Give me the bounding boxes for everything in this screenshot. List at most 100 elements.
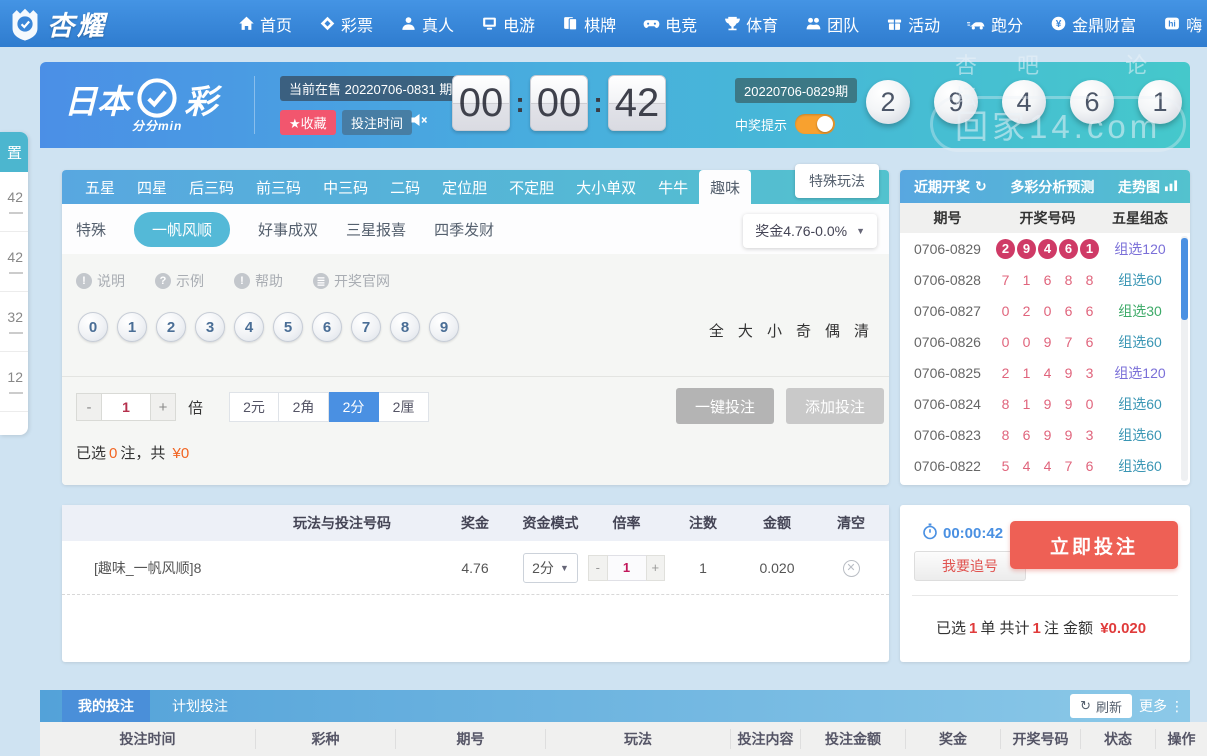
helper-big[interactable]: 大 — [738, 320, 753, 341]
edge-panel-header[interactable]: 置 — [0, 132, 28, 172]
helper-even[interactable]: 偶 — [825, 320, 840, 341]
row-minus-button[interactable]: - — [588, 555, 608, 581]
number-ball-9[interactable]: 9 — [429, 312, 459, 342]
row-multiplier-input[interactable] — [608, 555, 646, 581]
nav-item-egame[interactable]: 电游 — [481, 12, 535, 36]
multiplier-minus-button[interactable]: - — [76, 393, 102, 421]
combo-link[interactable]: 组选60 — [1100, 270, 1180, 290]
nav-item-paofen[interactable]: 跑分 — [967, 12, 1023, 36]
clock-separator: : — [588, 87, 608, 119]
summary-prefix: 已选 — [936, 620, 966, 637]
edge-lottery-item[interactable]: 12 — [0, 352, 28, 412]
play-tab-erma[interactable]: 二码 — [379, 170, 431, 204]
combo-link[interactable]: 组选60 — [1100, 394, 1180, 414]
combo-link[interactable]: 组选120 — [1100, 239, 1180, 259]
tab-plan-bets[interactable]: 计划投注 — [150, 690, 250, 722]
column-bonus: 奖金 — [905, 729, 1000, 749]
helper-odd[interactable]: 奇 — [796, 320, 811, 341]
sub-tab-teshu[interactable]: 特殊 — [76, 219, 106, 240]
edge-lottery-item[interactable]: 42 — [0, 172, 28, 232]
play-tab-qiansanma[interactable]: 前三码 — [245, 170, 312, 204]
draw-numbers: 02066 — [995, 303, 1100, 319]
bet-time-button[interactable]: 投注时间 — [342, 110, 412, 135]
play-tab-niuniu[interactable]: 牛牛 — [647, 170, 699, 204]
play-tab-daxiaodanshuang[interactable]: 大小单双 — [565, 170, 647, 204]
lottery-banner: 日本 分分min 彩 当前在售 20220706-0831 期 ★收藏 投注时间… — [40, 62, 1190, 148]
help-link-help[interactable]: ! 帮助 — [234, 271, 283, 291]
nav-item-wealth[interactable]: ¥ 金鼎财富 — [1050, 12, 1136, 36]
edge-lottery-item[interactable]: 32 — [0, 292, 28, 352]
play-tab-quwei-active[interactable]: 趣味 — [699, 170, 751, 204]
scrollbar-track[interactable] — [1181, 236, 1188, 481]
tab-recent-draws[interactable]: 近期开奖 ↻ — [914, 177, 987, 197]
sub-tab-sanxingbaoxi[interactable]: 三星报喜 — [346, 219, 406, 240]
play-tab-dingweidan[interactable]: 定位胆 — [431, 170, 498, 204]
number-ball-3[interactable]: 3 — [195, 312, 225, 342]
tab-my-bets-active[interactable]: 我的投注 — [62, 690, 150, 722]
number-ball-8[interactable]: 8 — [390, 312, 420, 342]
nav-item-hi-chat[interactable]: hi 嗨 — [1163, 12, 1202, 36]
nav-item-esports[interactable]: 电竞 — [643, 12, 697, 36]
mute-icon[interactable] — [410, 112, 428, 133]
help-link-official-site[interactable]: ≣ 开奖官网 — [313, 271, 390, 291]
edge-lottery-item[interactable]: 42 — [0, 232, 28, 292]
tab-analysis-prediction[interactable]: 多彩分析预测 — [987, 177, 1118, 197]
play-tab-budingdan[interactable]: 不定胆 — [498, 170, 565, 204]
special-play-button[interactable]: 特殊玩法 — [795, 164, 879, 198]
number-ball-6[interactable]: 6 — [312, 312, 342, 342]
favorite-button[interactable]: ★收藏 — [280, 110, 336, 135]
number-ball-4[interactable]: 4 — [234, 312, 264, 342]
money-mode-select[interactable]: 2分▼ — [513, 553, 588, 583]
number-ball-2[interactable]: 2 — [156, 312, 186, 342]
submit-bet-button[interactable]: 立即投注 — [1010, 521, 1178, 569]
unit-jiao[interactable]: 2角 — [279, 392, 329, 422]
refresh-button[interactable]: ↻ 刷新 — [1070, 694, 1132, 718]
nav-item-live[interactable]: 真人 — [400, 12, 454, 36]
nav-item-activity[interactable]: 活动 — [886, 12, 940, 36]
helper-all[interactable]: 全 — [709, 320, 724, 341]
nav-item-chess[interactable]: 棋牌 — [562, 12, 616, 36]
combo-link[interactable]: 组选60 — [1100, 456, 1180, 476]
unit-fen-active[interactable]: 2分 — [329, 392, 379, 422]
nav-item-home[interactable]: 首页 — [238, 12, 292, 36]
multiplier-plus-button[interactable]: + — [150, 393, 176, 421]
combo-link[interactable]: 组选60 — [1100, 332, 1180, 352]
unit-yuan[interactable]: 2元 — [229, 392, 279, 422]
nav-item-label: 彩票 — [341, 12, 373, 36]
brand-logo[interactable]: 杏耀 — [8, 4, 107, 43]
play-tab-housanma[interactable]: 后三码 — [178, 170, 245, 204]
add-bet-button[interactable]: 添加投注 — [786, 388, 884, 424]
win-tip-toggle[interactable] — [795, 114, 835, 134]
combo-link[interactable]: 组选60 — [1100, 425, 1180, 445]
nav-item-lottery[interactable]: 彩票 — [319, 12, 373, 36]
nav-item-team[interactable]: 团队 — [805, 12, 859, 36]
play-tab-zhongsanma[interactable]: 中三码 — [312, 170, 379, 204]
more-button[interactable]: 更多 ⋮ — [1139, 690, 1184, 722]
help-link-explain[interactable]: ! 说明 — [76, 271, 125, 291]
unit-li[interactable]: 2厘 — [379, 392, 429, 422]
helper-small[interactable]: 小 — [767, 320, 782, 341]
number-ball-0[interactable]: 0 — [78, 312, 108, 342]
betting-panel: 五星 四星 后三码 前三码 中三码 二码 定位胆 不定胆 大小单双 牛牛 趣味 … — [62, 170, 889, 485]
nav-item-sports[interactable]: 体育 — [724, 12, 778, 36]
number-ball-7[interactable]: 7 — [351, 312, 381, 342]
sub-tab-sijifacai[interactable]: 四季发财 — [434, 219, 494, 240]
combo-link[interactable]: 组选30 — [1100, 301, 1180, 321]
number-ball-5[interactable]: 5 — [273, 312, 303, 342]
clear-row-icon[interactable]: ✕ — [843, 560, 860, 577]
help-link-example[interactable]: ? 示例 — [155, 271, 204, 291]
nav-item-label: 电游 — [503, 12, 535, 36]
helper-clear[interactable]: 清 — [854, 320, 869, 341]
number-ball-1[interactable]: 1 — [117, 312, 147, 342]
play-tab-wuxing[interactable]: 五星 — [74, 170, 126, 204]
scrollbar-thumb[interactable] — [1181, 238, 1188, 320]
tab-trend-chart[interactable]: 走势图 — [1118, 177, 1178, 197]
sub-tab-yifanfengshun-active[interactable]: 一帆风顺 — [134, 212, 230, 247]
one-key-bet-button[interactable]: 一键投注 — [676, 388, 774, 424]
multiplier-input[interactable] — [102, 393, 150, 421]
sub-tab-haoshichengshuang[interactable]: 好事成双 — [258, 219, 318, 240]
combo-link[interactable]: 组选120 — [1100, 363, 1180, 383]
row-plus-button[interactable]: + — [646, 555, 666, 581]
bonus-rate-select[interactable]: 奖金4.76-0.0% ▼ — [743, 214, 877, 248]
play-tab-sixing[interactable]: 四星 — [126, 170, 178, 204]
